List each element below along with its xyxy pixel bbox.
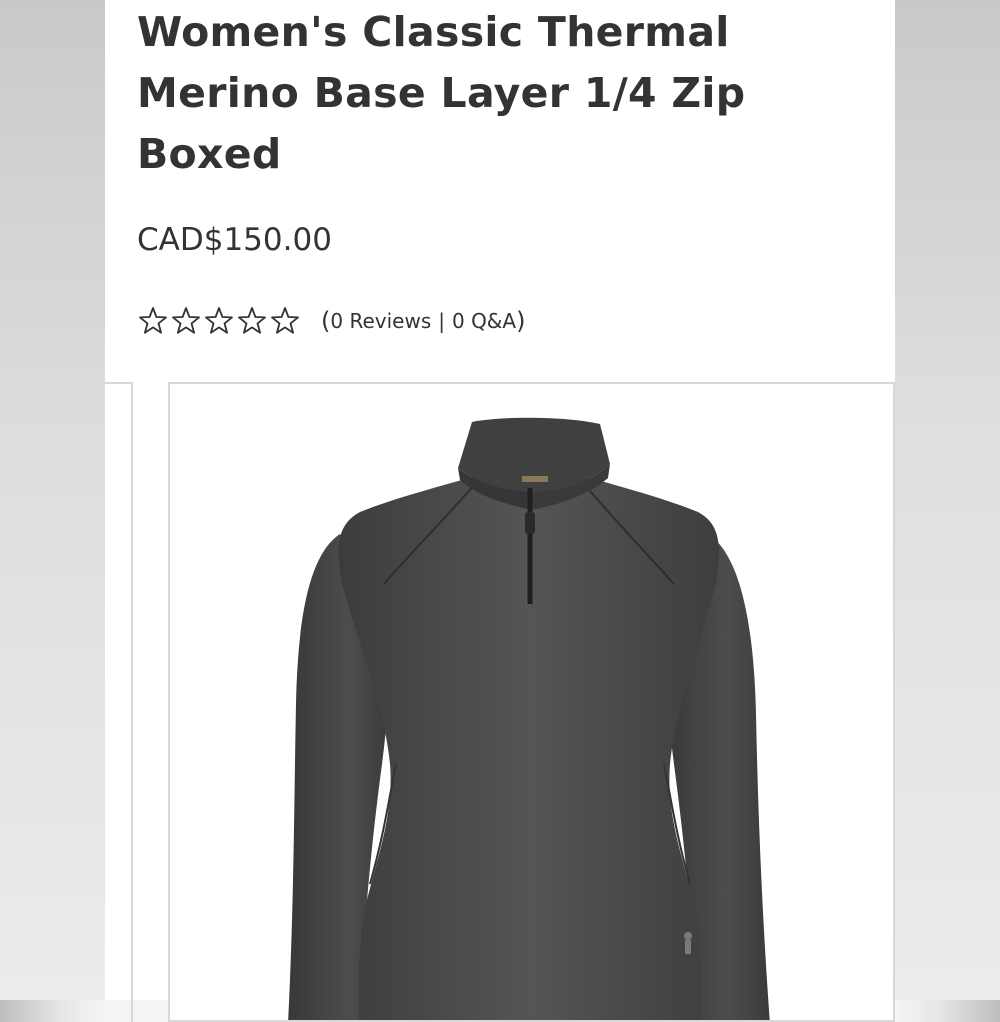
reviews-link[interactable]: 0 Reviews xyxy=(330,309,431,333)
star-icon xyxy=(172,307,200,334)
star-rating[interactable] xyxy=(137,305,301,337)
product-rating: ( 0 Reviews | 0 Q&A ) xyxy=(137,303,525,339)
background-right-edge xyxy=(895,0,1000,1000)
product-page: Women's Classic Thermal Merino Base Laye… xyxy=(105,0,895,1022)
star-icon xyxy=(238,307,266,334)
qa-link[interactable]: 0 Q&A xyxy=(452,309,516,333)
background-left-edge xyxy=(0,0,105,1000)
product-image[interactable] xyxy=(168,382,895,1022)
star-icon xyxy=(271,307,299,334)
star-icon xyxy=(205,307,233,334)
close-paren: ) xyxy=(516,307,526,335)
product-photo-quarter-zip-top xyxy=(288,417,770,1020)
product-price: CAD$150.00 xyxy=(137,222,332,258)
separator: | xyxy=(438,309,445,333)
reviews-summary: ( 0 Reviews | 0 Q&A ) xyxy=(321,307,525,335)
thumbnail-strip[interactable] xyxy=(105,382,133,1022)
star-icon xyxy=(139,307,167,334)
product-title: Women's Classic Thermal Merino Base Laye… xyxy=(137,8,746,178)
open-paren: ( xyxy=(321,307,331,335)
